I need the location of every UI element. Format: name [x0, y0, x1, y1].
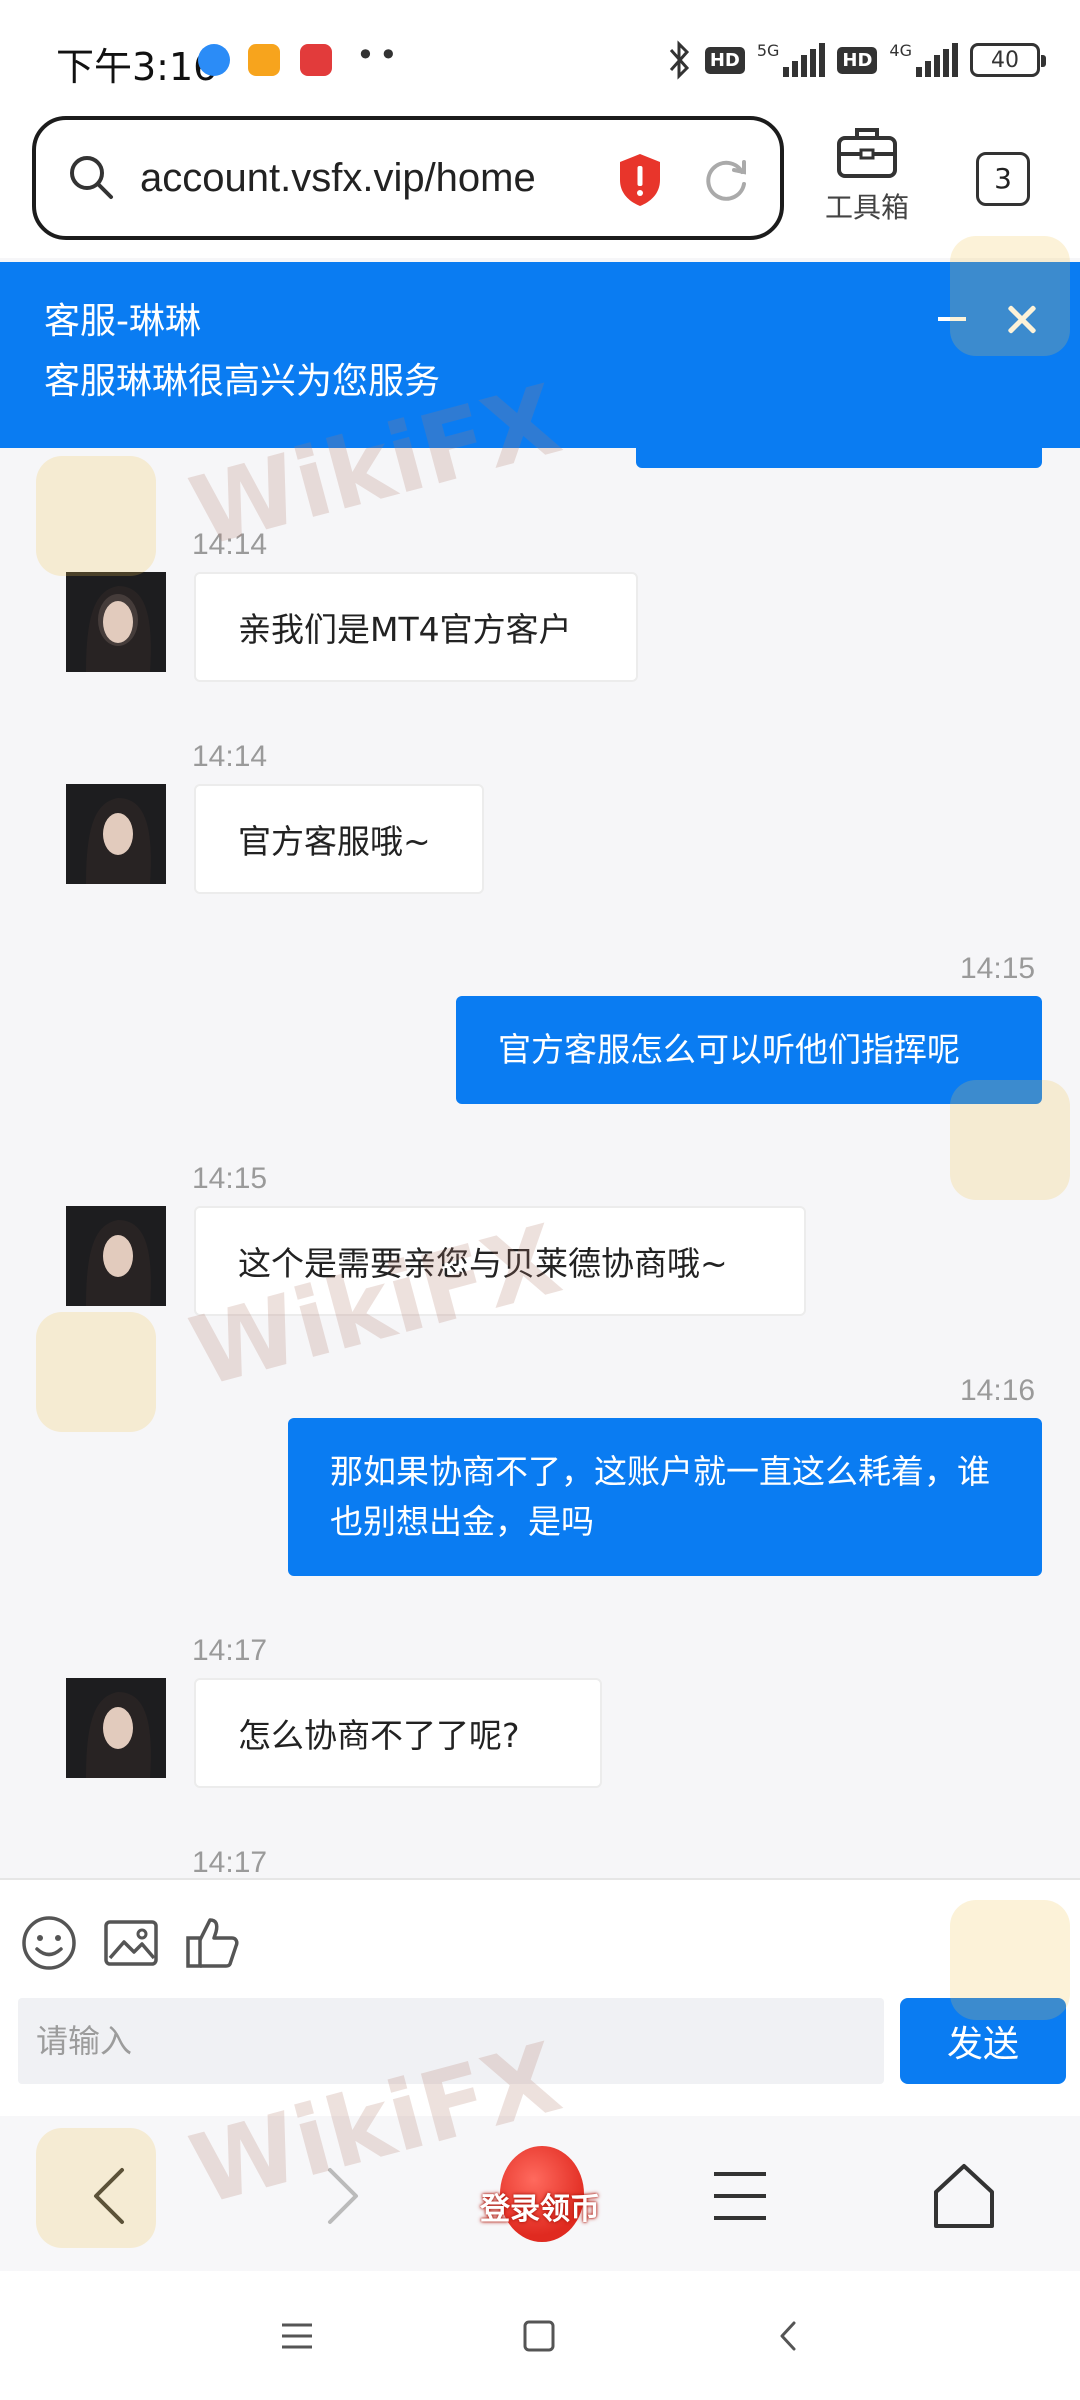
hd-badge-2: HD [837, 46, 878, 74]
incoming-message-bubble: 官方客服哦~ [194, 784, 484, 894]
url-text[interactable]: account.vsfx.vip/home [140, 156, 536, 201]
outgoing-message-bubble: 官方客服怎么可以听他们指挥呢 [456, 996, 1042, 1104]
close-button[interactable] [1000, 298, 1044, 342]
notes-notification-icon [248, 44, 280, 76]
message-time: 14:14 [192, 740, 268, 773]
login-reward-button[interactable]: 登录领币 [470, 2138, 610, 2254]
emoji-icon[interactable] [20, 1914, 78, 1972]
browser-notification-icon [198, 44, 230, 76]
outgoing-message-bubble-partial [636, 448, 1042, 468]
image-icon[interactable] [102, 1914, 160, 1972]
signal-4g-icon [916, 43, 958, 77]
system-home-icon[interactable] [514, 2311, 564, 2361]
status-bar: 下午3:16 •• HD 5G HD 4G 40 [0, 0, 1080, 115]
browser-toolbar: account.vsfx.vip/home 工具箱 3 [0, 108, 1080, 258]
browser-bottom-nav: 登录领币 [0, 2116, 1080, 2271]
more-notifications-icon: •• [356, 36, 402, 74]
bluetooth-icon [669, 40, 689, 80]
message-time: 14:17 [192, 1846, 268, 1878]
message-time: 14:17 [192, 1634, 268, 1667]
agent-avatar [66, 1678, 166, 1778]
agent-avatar [66, 784, 166, 884]
chat-header: 客服-琳琳 客服琳琳很高兴为您服务 [0, 262, 1080, 448]
security-warning-shield-icon[interactable] [616, 152, 664, 208]
menu-icon[interactable] [700, 2156, 780, 2236]
incoming-message-bubble: 亲我们是MT4官方客户 [194, 572, 638, 682]
agent-greeting: 客服琳琳很高兴为您服务 [44, 361, 441, 402]
tab-switcher-button[interactable]: 3 [976, 152, 1030, 206]
incoming-message-bubble: 怎么协商不了了呢? [194, 1678, 602, 1788]
recent-apps-icon[interactable] [272, 2311, 322, 2361]
message-time: 14:15 [960, 952, 1036, 985]
home-icon[interactable] [924, 2156, 1004, 2236]
agent-avatar [66, 1206, 166, 1306]
promo-label: 登录领币 [480, 2192, 600, 2227]
message-time: 14:15 [192, 1162, 268, 1195]
send-button[interactable]: 发送 [900, 1998, 1066, 2084]
thumbs-up-icon[interactable] [184, 1914, 242, 1972]
address-bar[interactable]: account.vsfx.vip/home [32, 116, 784, 240]
search-icon [70, 156, 113, 199]
network-4g-label: 4G [889, 40, 912, 60]
incoming-message-bubble: 这个是需要亲您与贝莱德协商哦~ [194, 1206, 806, 1316]
system-navigation-bar [0, 2271, 1080, 2400]
network-5g-label: 5G [756, 40, 780, 60]
agent-name: 客服-琳琳 [44, 301, 201, 342]
message-list[interactable]: 14:14 亲我们是MT4官方客户 14:14 官方客服哦~ 14:15 官方客… [0, 448, 1080, 1878]
toolbox-button[interactable]: 工具箱 [812, 124, 922, 244]
system-back-icon[interactable] [764, 2311, 814, 2361]
back-icon[interactable] [72, 2156, 152, 2236]
battery-icon: 40 [970, 43, 1046, 77]
hd-badge: HD [704, 46, 745, 74]
message-input[interactable] [18, 1998, 884, 2084]
minimize-button[interactable] [936, 302, 970, 336]
toolbox-icon [837, 128, 897, 178]
status-time: 下午3:16 [56, 45, 218, 89]
app-notification-icon [300, 44, 332, 76]
composer: 发送 [0, 1878, 1080, 2116]
status-indicators: HD 5G HD 4G 40 [665, 40, 1046, 80]
toolbox-label: 工具箱 [824, 191, 909, 224]
signal-5g-icon [783, 43, 826, 77]
message-time: 14:16 [960, 1374, 1036, 1407]
agent-avatar [66, 572, 166, 672]
message-time: 14:14 [192, 528, 268, 561]
outgoing-message-bubble: 那如果协商不了，这账户就一直这么耗着，谁也别想出金，是吗 [288, 1418, 1042, 1576]
refresh-icon[interactable] [700, 154, 752, 206]
forward-icon[interactable] [300, 2156, 380, 2236]
